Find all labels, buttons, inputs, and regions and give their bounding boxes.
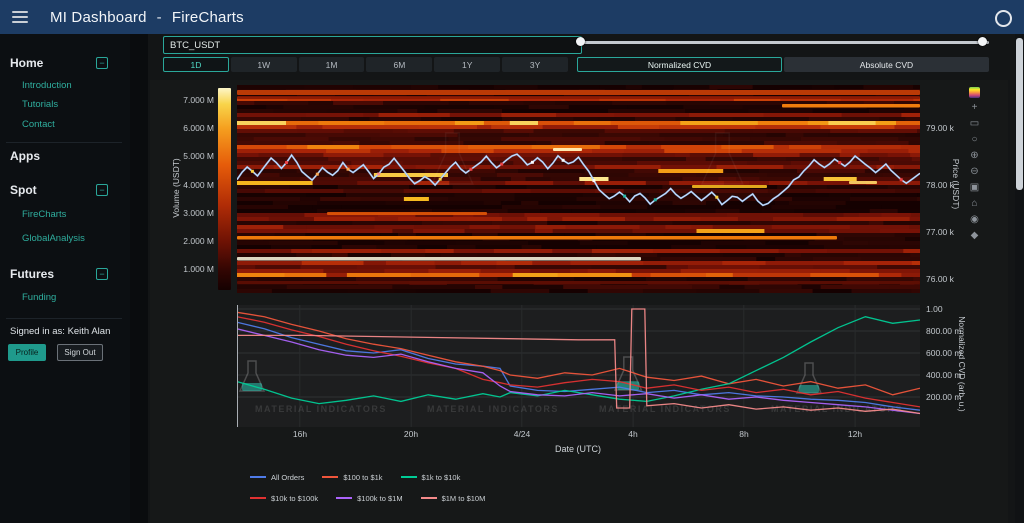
legend-item-100-1k[interactable]: $100 to $1k [322, 473, 382, 482]
price-tick: 78.00 k [926, 180, 954, 190]
cvd-axis-title: Normalized CVD (arb. u.) [957, 286, 967, 442]
section-label: Spot [10, 183, 37, 197]
slider-handle-right[interactable] [978, 37, 987, 46]
colorscale-icon[interactable] [969, 87, 980, 98]
page-title: MI Dashboard-FireCharts [50, 9, 244, 26]
x-tick: 4/24 [502, 429, 542, 439]
price-axis-title: Price (USDT) [951, 129, 961, 239]
cvd-line-chart[interactable]: MATERIAL INDICATORS MATERIAL INDICATORS MA… [237, 305, 920, 427]
symbol-input[interactable] [163, 36, 582, 54]
app-window: MI Dashboard-FireCharts Home − Introduct… [0, 0, 1024, 523]
sidebar-section-apps: Apps [10, 149, 120, 163]
svg-text:MATERIAL INDICATORS: MATERIAL INDICATORS [599, 404, 731, 414]
range-1m-button[interactable]: 1M [299, 57, 365, 72]
sidebar-item-firecharts[interactable]: FireCharts [22, 209, 66, 220]
volume-colorbar [218, 88, 231, 290]
sidebar-item-funding[interactable]: Funding [22, 292, 56, 303]
profile-button[interactable]: Profile [8, 344, 46, 361]
range-6m-button[interactable]: 6M [366, 57, 432, 72]
volume-tick: 3.000 M [178, 208, 214, 218]
cvd-tick: 1.00 [926, 304, 943, 314]
cvd-mode-toggle: Normalized CVD Absolute CVD [577, 57, 989, 72]
sidebar-item-tutorials[interactable]: Tutorials [22, 99, 58, 110]
sidebar-item-contact[interactable]: Contact [22, 119, 55, 130]
volume-tick: 5.000 M [178, 151, 214, 161]
range-3y-button[interactable]: 3Y [502, 57, 568, 72]
range-button-group: 1D 1W 1M 6M 1Y 3Y [163, 57, 568, 72]
divider [6, 142, 122, 143]
collapse-spot-button[interactable]: − [96, 184, 108, 196]
x-tick: 16h [280, 429, 320, 439]
absolute-cvd-button[interactable]: Absolute CVD [784, 57, 989, 72]
x-tick: 12h [835, 429, 875, 439]
svg-text:MATERIAL INDICATORS: MATERIAL INDICATORS [427, 404, 559, 414]
legend-item-1M-10M[interactable]: $1M to $10M [421, 494, 486, 503]
svg-text:MATERIAL INDICATORS: MATERIAL INDICATORS [255, 404, 387, 414]
menu-icon[interactable] [12, 11, 28, 23]
volume-heatmap-chart[interactable] [237, 85, 920, 293]
legend-item-10k-100k[interactable]: $10k to $100k [250, 494, 318, 503]
volume-tick: 7.000 M [178, 95, 214, 105]
collapse-home-button[interactable]: − [96, 57, 108, 69]
scrollbar-track[interactable] [1015, 34, 1024, 523]
chart-legend: All Orders $100 to $1k $1k to $10k $10k … [250, 471, 485, 513]
slider-track[interactable] [577, 41, 989, 44]
zoom-out-icon[interactable]: ⊖ [968, 166, 981, 179]
legend-swatch [250, 497, 266, 499]
range-1y-button[interactable]: 1Y [434, 57, 500, 72]
section-label: Home [10, 56, 43, 70]
plotly-modebar: + ▭ ○ ⊕ ⊖ ▣ ⌂ ◉ ◆ [968, 86, 981, 243]
legend-swatch [401, 476, 417, 478]
collapse-futures-button[interactable]: − [96, 268, 108, 280]
sidebar-item-globalanalysis[interactable]: GlobalAnalysis [22, 233, 85, 244]
sidebar-item-introduction[interactable]: Introduction [22, 80, 72, 91]
price-tick: 76.00 k [926, 274, 954, 284]
volume-tick: 6.000 M [178, 123, 214, 133]
x-tick: 20h [391, 429, 431, 439]
lasso-icon[interactable]: ○ [968, 134, 981, 147]
camera-icon[interactable]: ◉ [968, 214, 981, 227]
range-1d-button[interactable]: 1D [163, 57, 229, 72]
legend-swatch [421, 497, 437, 499]
price-tick: 77.00 k [926, 227, 954, 237]
status-circle-icon [995, 10, 1012, 27]
divider [6, 318, 122, 319]
x-tick: 8h [724, 429, 764, 439]
reset-axes-icon[interactable]: ⌂ [968, 198, 981, 211]
page-name: FireCharts [172, 9, 244, 26]
section-label: Apps [10, 149, 40, 163]
scrollbar-thumb[interactable] [1016, 38, 1023, 190]
price-tick: 79.00 k [926, 123, 954, 133]
brand-title: MI Dashboard [50, 9, 147, 26]
range-1w-button[interactable]: 1W [231, 57, 297, 72]
slider-handle-left[interactable] [576, 37, 585, 46]
title-separator: - [157, 9, 162, 26]
sidebar-section-futures: Futures − [10, 267, 120, 281]
zoom-in-icon[interactable]: ⊕ [968, 150, 981, 163]
volume-tick: 2.000 M [178, 236, 214, 246]
legend-swatch [322, 476, 338, 478]
volume-tick: 4.000 M [178, 180, 214, 190]
sidebar-section-spot: Spot − [10, 183, 120, 197]
sign-out-button[interactable]: Sign Out [57, 344, 103, 361]
plotly-logo-icon[interactable]: ◆ [968, 230, 981, 243]
pan-icon[interactable]: + [968, 102, 981, 115]
sidebar-section-home: Home − [10, 56, 120, 70]
x-axis-title: Date (UTC) [538, 444, 618, 454]
autoscale-icon[interactable]: ▣ [968, 182, 981, 195]
legend-item-1k-10k[interactable]: $1k to $10k [401, 473, 461, 482]
sidebar: Home − Introduction Tutorials Contact Ap… [0, 34, 130, 523]
legend-item-100k-1M[interactable]: $100k to $1M [336, 494, 402, 503]
volume-tick: 1.000 M [178, 264, 214, 274]
x-tick: 4h [613, 429, 653, 439]
box-select-icon[interactable]: ▭ [968, 118, 981, 131]
legend-item-all-orders[interactable]: All Orders [250, 473, 304, 482]
legend-swatch [250, 476, 266, 478]
normalized-cvd-button[interactable]: Normalized CVD [577, 57, 782, 72]
topbar: MI Dashboard-FireCharts [0, 0, 1024, 34]
legend-swatch [336, 497, 352, 499]
time-range-slider[interactable] [577, 38, 989, 48]
signed-in-text: Signed in as: Keith Alan [10, 326, 110, 337]
section-label: Futures [10, 267, 54, 281]
